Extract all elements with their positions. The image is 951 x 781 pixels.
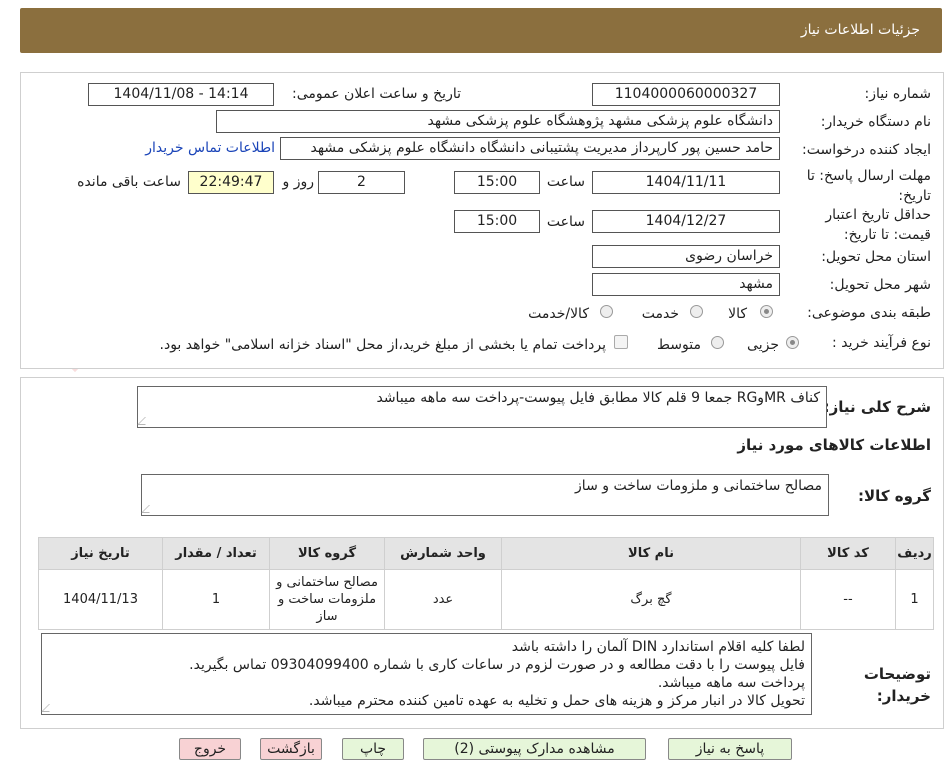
days-remaining-field: 2: [318, 171, 405, 194]
resize-grip-icon[interactable]: [141, 505, 157, 513]
validity-time-label: ساعت: [546, 214, 585, 230]
col-code-header: کد کالا: [800, 537, 896, 570]
process-radio-medium[interactable]: [711, 336, 724, 349]
validity-date-field: 1404/12/27: [592, 210, 780, 233]
province-field: خراسان رضوی: [592, 245, 780, 268]
cell-row: 1: [895, 569, 934, 630]
cell-group: مصالح ساختمانی و ملزومات ساخت و ساز: [269, 569, 385, 630]
category-label: طبقه بندی موضوعی:: [807, 305, 931, 321]
cell-unit: عدد: [384, 569, 502, 630]
col-group-header: گروه کالا: [269, 537, 385, 570]
category-option-goods-service: کالا/خدمت: [528, 306, 589, 322]
cell-qty: 1: [162, 569, 270, 630]
creator-label: ایجاد کننده درخواست:: [802, 142, 931, 158]
goods-group-textarea[interactable]: مصالح ساختمانی و ملزومات ساخت و ساز: [141, 474, 829, 516]
process-option-minor: جزیی: [747, 337, 779, 353]
process-option-medium: متوسط: [657, 337, 701, 353]
remaining-time-label: ساعت باقی مانده: [77, 174, 181, 190]
buyer-contact-link[interactable]: اطلاعات تماس خریدار: [145, 140, 275, 156]
col-row-header: ردیف: [895, 537, 934, 570]
validity-time-field: 15:00: [454, 210, 540, 233]
cell-name: گچ برگ: [501, 569, 801, 630]
days-label: روز و: [282, 174, 315, 190]
deadline-time-label: ساعت: [546, 174, 585, 190]
buyer-notes-line-3: پرداخت سه ماهه میباشد.: [657, 675, 805, 691]
category-option-goods: کالا: [728, 306, 747, 322]
goods-group-label: گروه کالا:: [858, 487, 931, 505]
page-title: جزئیات اطلاعات نیاز: [800, 22, 920, 38]
summary-text: کناف MRوRG جمعا 9 قلم کالا مطابق فایل پی…: [376, 390, 820, 406]
back-button[interactable]: بازگشت: [260, 738, 322, 760]
deadline-time-field: 15:00: [454, 171, 540, 194]
goods-info-title: اطلاعات کالاهای مورد نیاز: [737, 436, 931, 454]
deadline-label: مهلت ارسال پاسخ: تا تاریخ:: [806, 168, 931, 204]
summary-textarea[interactable]: کناف MRوRG جمعا 9 قلم کالا مطابق فایل پی…: [137, 386, 827, 428]
goods-group-text: مصالح ساختمانی و ملزومات ساخت و ساز: [575, 478, 822, 494]
col-name-header: نام کالا: [501, 537, 801, 570]
need-number-label: شماره نیاز:: [864, 86, 932, 102]
province-label: استان محل تحویل:: [821, 249, 931, 265]
category-radio-service[interactable]: [690, 305, 703, 318]
print-button[interactable]: چاپ: [342, 738, 404, 760]
buyer-notes-line-1: لطفا کلیه اقلام استاندارد DIN آلمان را د…: [511, 639, 805, 655]
process-label: نوع فرآیند خرید :: [832, 335, 931, 351]
summary-label: شرح کلی نیاز:: [823, 398, 931, 416]
buyer-notes-label: توضیحات خریدار:: [863, 665, 931, 705]
cell-date: 1404/11/13: [38, 569, 163, 630]
resize-grip-icon[interactable]: [137, 417, 153, 425]
treasury-payment-checkbox[interactable]: [614, 335, 628, 349]
col-unit-header: واحد شمارش: [384, 537, 502, 570]
city-field: مشهد: [592, 273, 780, 296]
view-attachments-button[interactable]: مشاهده مدارک پیوستی (2): [423, 738, 646, 760]
announce-datetime-field: 1404/11/08 - 14:14: [88, 83, 274, 106]
process-radio-minor[interactable]: [786, 336, 799, 349]
validity-label: حداقل تاریخ اعتبار قیمت: تا تاریخ:: [825, 207, 931, 243]
page-header: جزئیات اطلاعات نیاز: [20, 8, 942, 53]
col-qty-header: تعداد / مقدار: [162, 537, 270, 570]
buyer-notes-line-2: فایل پیوست را با دقت مطالعه و در صورت لز…: [189, 657, 805, 673]
goods-table: ردیف کد کالا نام کالا واحد شمارش گروه کا…: [38, 537, 934, 630]
buyer-org-label: نام دستگاه خریدار:: [820, 114, 931, 130]
col-date-header: تاریخ نیاز: [38, 537, 163, 570]
category-radio-goods-service[interactable]: [600, 305, 613, 318]
buyer-org-field: دانشگاه علوم پزشکی مشهد پژوهشگاه علوم پز…: [216, 110, 780, 133]
table-header-row: ردیف کد کالا نام کالا واحد شمارش گروه کا…: [38, 537, 934, 570]
buyer-notes-textarea[interactable]: لطفا کلیه اقلام استاندارد DIN آلمان را د…: [41, 633, 812, 715]
deadline-date-field: 1404/11/11: [592, 171, 780, 194]
category-radio-goods[interactable]: [760, 305, 773, 318]
table-row: 1 -- گچ برگ عدد مصالح ساختمانی و ملزومات…: [38, 569, 934, 630]
category-option-service: خدمت: [641, 306, 679, 322]
need-number-field: 1104000060000327: [592, 83, 780, 106]
exit-button[interactable]: خروج: [179, 738, 241, 760]
city-label: شهر محل تحویل:: [829, 277, 931, 293]
reply-button[interactable]: پاسخ به نیاز: [668, 738, 792, 760]
buyer-notes-line-4: تحویل کالا در انبار مرکز و هزینه های حمل…: [308, 693, 805, 709]
announce-datetime-label: تاریخ و ساعت اعلان عمومی:: [292, 86, 461, 102]
treasury-payment-note: پرداخت تمام یا بخشی از مبلغ خرید،از محل …: [159, 337, 606, 353]
creator-field: حامد حسین پور کارپرداز مدیریت پشتیبانی د…: [280, 137, 780, 160]
cell-code: --: [800, 569, 896, 630]
remaining-time-field: 22:49:47: [188, 171, 274, 194]
